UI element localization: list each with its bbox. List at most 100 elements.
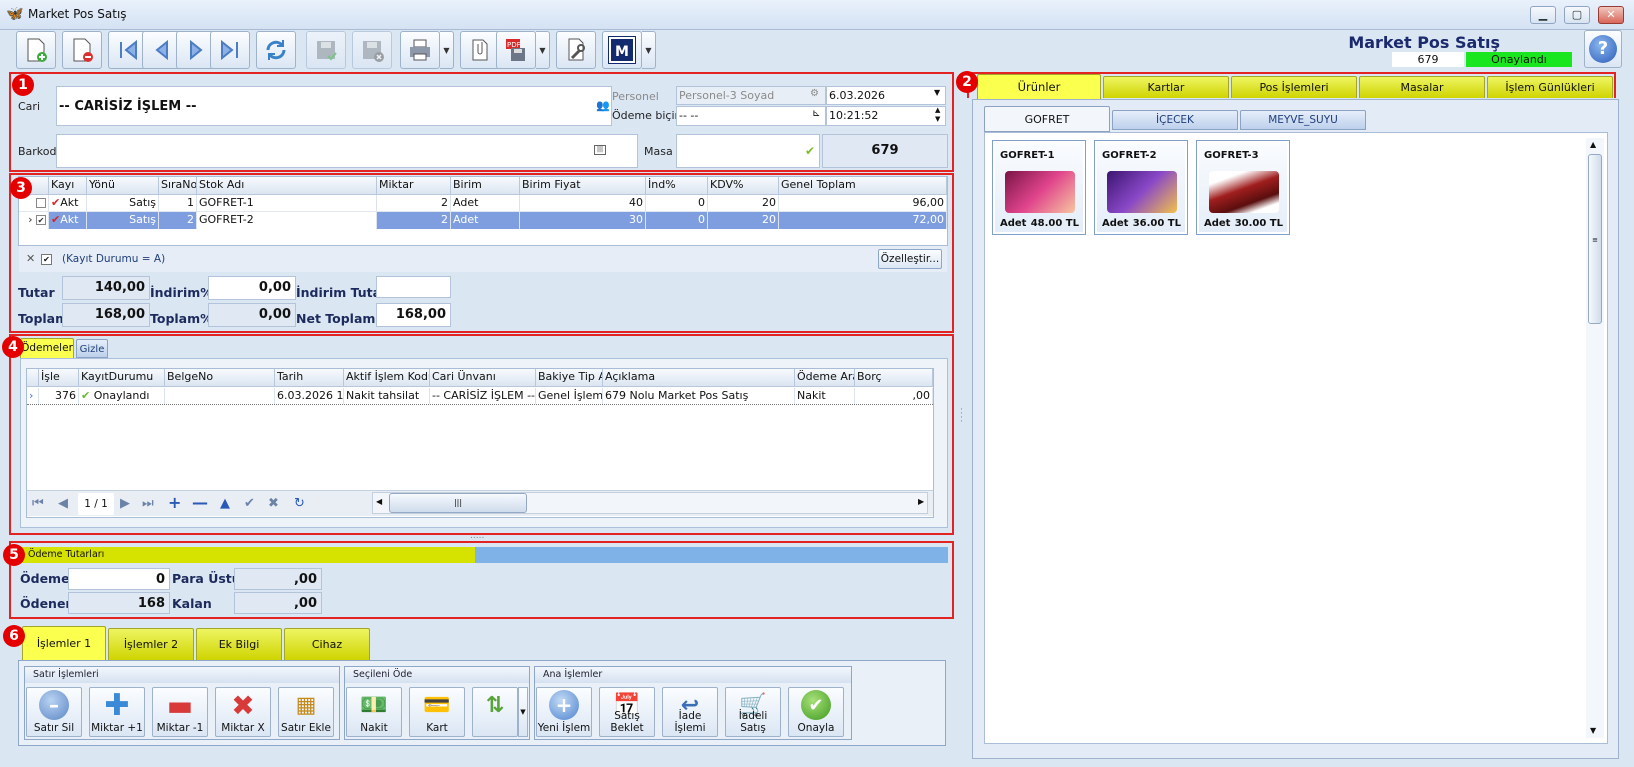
- indirim-tutar-input[interactable]: [376, 276, 451, 298]
- miktar-minus-button[interactable]: ▬ Miktar -1: [152, 687, 208, 737]
- keyboard-icon[interactable]: |||: [594, 145, 606, 155]
- tab-islemler-2[interactable]: İşlemler 2: [108, 628, 194, 660]
- personel-lookup-icon[interactable]: ⚙: [810, 88, 819, 99]
- tab-cihaz[interactable]: Cihaz: [284, 628, 370, 660]
- m-logo-dropdown[interactable]: ▼: [642, 31, 656, 69]
- col-cari[interactable]: Cari Ünvanı: [430, 369, 536, 387]
- filter-checkbox[interactable]: ✔: [41, 254, 52, 265]
- sort-payment-dropdown[interactable]: ▼: [518, 687, 528, 737]
- satir-ekle-button[interactable]: ▦ Satır Ekle: [278, 687, 334, 737]
- miktar-plus-button[interactable]: ✚ Miktar +1: [89, 687, 145, 737]
- tab-kartlar[interactable]: Kartlar: [1103, 76, 1229, 98]
- nav-last-icon[interactable]: ⏭: [142, 494, 154, 514]
- product-card-2[interactable]: GOFRET-2 Adet 36.00 TL: [1094, 140, 1188, 235]
- col-kdv[interactable]: KDV%: [708, 177, 779, 195]
- col-sirano[interactable]: SıraNo: [159, 177, 197, 195]
- iade-islemi-button[interactable]: ↩ İade İşlemi: [662, 687, 718, 737]
- miktar-x-button[interactable]: ✖ Miktar X: [215, 687, 271, 737]
- scroll-thumb[interactable]: |||: [389, 493, 527, 513]
- odeme-lookup-icon[interactable]: ⊾: [812, 108, 820, 119]
- last-record-button[interactable]: [210, 31, 250, 69]
- scroll-up-icon[interactable]: ▲: [1590, 140, 1596, 149]
- table-row-selected[interactable]: › ✔ ✔Akt Satış 2 GOFRET-2 2 Adet 30 0 20…: [19, 212, 947, 229]
- m-logo-button[interactable]: M: [602, 31, 642, 69]
- nav-remove-icon[interactable]: —: [192, 493, 208, 513]
- col-kayit[interactable]: Kayı: [49, 177, 87, 195]
- print-button[interactable]: [400, 31, 440, 69]
- refresh-button[interactable]: [256, 31, 296, 69]
- col-odeme-ara[interactable]: Ödeme Ara: [795, 369, 855, 387]
- row-checkbox[interactable]: [36, 198, 46, 208]
- tab-masalar[interactable]: Masalar: [1359, 76, 1485, 98]
- col-belge[interactable]: BelgeNo: [165, 369, 275, 387]
- nav-confirm-icon[interactable]: ✔: [244, 494, 255, 514]
- col-yonu[interactable]: Yönü: [87, 177, 159, 195]
- nav-next-icon[interactable]: ▶: [120, 494, 130, 514]
- nav-up-icon[interactable]: ▲: [220, 494, 230, 514]
- customize-button[interactable]: Özelleştir...: [878, 249, 942, 269]
- tab-ek-bilgi[interactable]: Ek Bilgi: [196, 628, 282, 660]
- filter-clear-icon[interactable]: ✕: [26, 252, 35, 265]
- subtab-meyve-suyu[interactable]: MEYVE_SUYU: [1240, 110, 1366, 130]
- col-bakiye[interactable]: Bakiye Tip Ac: [536, 369, 603, 387]
- date-dropdown-icon[interactable]: ▼: [934, 88, 940, 97]
- barkod-input[interactable]: [56, 134, 638, 168]
- maximize-button[interactable]: ▢: [1564, 6, 1590, 24]
- col-kayit-durumu[interactable]: KayıtDurumu: [79, 369, 165, 387]
- scroll-down-icon[interactable]: ▼: [1590, 726, 1596, 735]
- cari-field[interactable]: -- CARİSİZ İŞLEM --: [56, 86, 612, 126]
- subtab-icecek[interactable]: İÇECEK: [1112, 110, 1238, 130]
- nav-prev-icon[interactable]: ◀: [58, 494, 68, 514]
- odeme-amount-input[interactable]: 0: [68, 568, 170, 590]
- tab-pos-islemleri[interactable]: Pos İşlemleri: [1231, 76, 1357, 98]
- tab-odemeler[interactable]: Ödemeler: [20, 338, 74, 358]
- yeni-islem-button[interactable]: + Yeni İşlem: [536, 687, 592, 737]
- sort-payment-button[interactable]: ⇅: [472, 687, 518, 737]
- close-button[interactable]: ✕: [1598, 6, 1624, 24]
- col-stok[interactable]: Stok Adı: [197, 177, 377, 195]
- iadeli-satis-button[interactable]: 🛒 İadeli Satış: [725, 687, 781, 737]
- scroll-right-icon[interactable]: ▶: [918, 497, 924, 506]
- odeme-field[interactable]: -- --: [676, 106, 826, 126]
- scroll-thumb-vertical[interactable]: ≡: [1588, 154, 1602, 324]
- new-doc-button[interactable]: [16, 31, 56, 69]
- attach-button[interactable]: [460, 31, 500, 69]
- col-aciklama[interactable]: Açıklama: [603, 369, 795, 387]
- save-button[interactable]: [306, 31, 346, 69]
- col-isle[interactable]: İşle: [39, 369, 79, 387]
- col-miktar[interactable]: Miktar: [377, 177, 451, 195]
- delete-doc-button[interactable]: [62, 31, 102, 69]
- time-field[interactable]: 10:21:52: [826, 106, 946, 126]
- product-card-1[interactable]: GOFRET-1 Adet 48.00 TL: [992, 140, 1086, 235]
- nakit-button[interactable]: 💵 Nakit: [346, 687, 402, 737]
- col-fiyat[interactable]: Birim Fiyat: [520, 177, 646, 195]
- tab-islemler-1[interactable]: İşlemler 1: [22, 626, 106, 660]
- scroll-left-icon[interactable]: ◀: [376, 497, 382, 506]
- satir-sil-button[interactable]: – Satır Sil: [26, 687, 82, 737]
- table-row[interactable]: ✔Akt Satış 1 GOFRET-1 2 Adet 40 0 20 96,…: [19, 195, 947, 212]
- save-close-button[interactable]: [352, 31, 392, 69]
- cari-users-icon[interactable]: 👥: [596, 99, 610, 112]
- col-toplam[interactable]: Genel Toplam: [779, 177, 947, 195]
- minimize-button[interactable]: ▁: [1530, 6, 1556, 24]
- date-field[interactable]: 6.03.2026: [826, 86, 946, 105]
- nav-refresh-icon[interactable]: ↻: [294, 494, 305, 514]
- col-birim[interactable]: Birim: [451, 177, 520, 195]
- table-row[interactable]: › 376 ✔ Onaylandı 6.03.2026 10 Nakit tah…: [27, 388, 933, 405]
- satis-beklet-button[interactable]: 📅 Satış Beklet: [599, 687, 655, 737]
- tools-button[interactable]: [556, 31, 596, 69]
- vertical-splitter-grip[interactable]: · · · ·: [960, 406, 966, 427]
- col-kod[interactable]: Aktif İşlem Kodu: [344, 369, 430, 387]
- pdf-dropdown[interactable]: ▼: [536, 31, 550, 69]
- col-borc[interactable]: Borç: [855, 369, 933, 387]
- row-checkbox-checked[interactable]: ✔: [36, 215, 46, 225]
- subtab-gofret[interactable]: GOFRET: [984, 106, 1110, 132]
- tab-islem-gunlukleri[interactable]: İşlem Günlükleri: [1487, 76, 1613, 98]
- col-tarih[interactable]: Tarih: [275, 369, 344, 387]
- nav-first-icon[interactable]: ⏮: [32, 494, 44, 514]
- splitter-grip[interactable]: .....: [470, 531, 484, 541]
- col-ind[interactable]: İnd%: [646, 177, 708, 195]
- time-spinner-icon[interactable]: ▲ ▼: [935, 106, 940, 124]
- nav-cancel-icon[interactable]: ✖: [268, 494, 279, 514]
- onayla-button[interactable]: ✔ Onayla: [788, 687, 844, 737]
